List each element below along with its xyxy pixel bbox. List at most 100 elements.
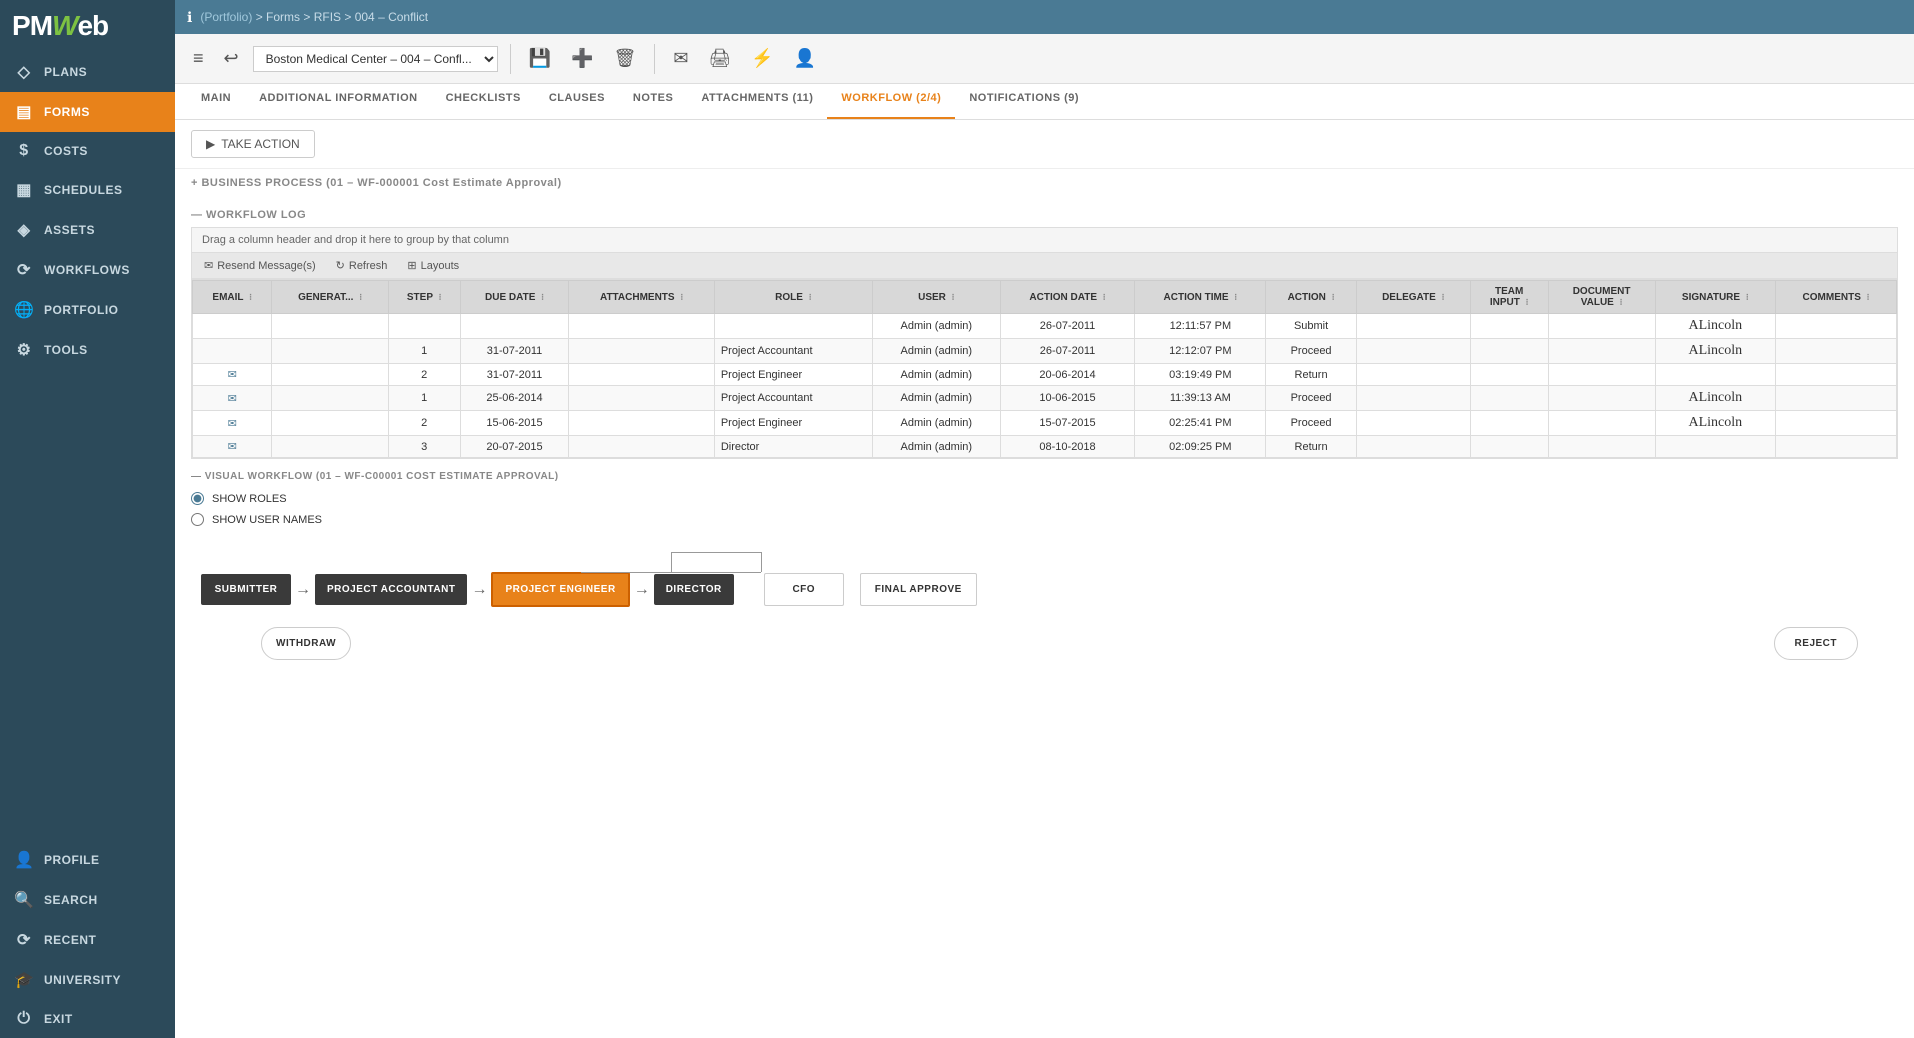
tab-workflow[interactable]: WORKFLOW (2/4) (827, 84, 955, 119)
sidebar-item-search[interactable]: 🔍 SEARCH (0, 880, 175, 920)
cell-action: Proceed (1266, 339, 1357, 364)
tab-attachments[interactable]: ATTACHMENTS (11) (687, 84, 827, 119)
cell-due-date (460, 314, 569, 339)
sidebar-item-portfolio[interactable]: 🌐 PORTFOLIO (0, 290, 175, 330)
university-icon: 🎓 (14, 970, 34, 990)
envelope-icon: ✉ (204, 259, 213, 272)
col-header-document-value[interactable]: DOCUMENTVALUE ⁝ (1548, 281, 1655, 314)
col-header-role[interactable]: ROLE ⁝ (714, 281, 872, 314)
col-header-team-input[interactable]: TEAMINPUT ⁝ (1470, 281, 1548, 314)
cell-delegate (1356, 339, 1470, 364)
project-selector[interactable]: Boston Medical Center – 004 – Confl... (253, 46, 498, 72)
email-button[interactable]: ✉ (667, 44, 694, 73)
recent-icon: ⟳ (14, 930, 34, 950)
sidebar-item-university[interactable]: 🎓 UNIVERSITY (0, 960, 175, 1000)
info-icon[interactable]: ℹ (187, 9, 192, 26)
tab-notifications[interactable]: NOTIFICATIONS (9) (955, 84, 1093, 119)
sidebar-item-schedules[interactable]: ▦ SCHEDULES (0, 170, 175, 210)
cell-generated (272, 314, 388, 339)
cell-email (193, 339, 272, 364)
undo-button[interactable]: ↩ (218, 44, 245, 73)
refresh-button[interactable]: ↻ Refresh (332, 257, 392, 274)
cell-comments (1776, 436, 1897, 458)
show-user-names-radio[interactable] (191, 513, 204, 526)
cell-comments (1776, 339, 1897, 364)
sidebar-item-profile[interactable]: 👤 PROFILE (0, 840, 175, 880)
cell-attachments (569, 386, 714, 411)
resend-messages-button[interactable]: ✉ Resend Message(s) (200, 257, 320, 274)
sidebar-item-assets[interactable]: ◈ ASSETS (0, 210, 175, 250)
col-header-due-date[interactable]: DUE DATE ⁝ (460, 281, 569, 314)
col-header-email[interactable]: EMAIL ⁝ (193, 281, 272, 314)
cell-action-time: 12:12:07 PM (1135, 339, 1266, 364)
cell-action-time: 03:19:49 PM (1135, 364, 1266, 386)
cell-action-time: 02:25:41 PM (1135, 411, 1266, 436)
col-header-signature[interactable]: SIGNATURE ⁝ (1655, 281, 1776, 314)
show-roles-radio[interactable] (191, 492, 204, 505)
layouts-button[interactable]: ⊞ Layouts (403, 257, 463, 274)
cell-document-value (1548, 314, 1655, 339)
show-roles-option[interactable]: SHOW ROLES (191, 492, 1898, 505)
show-user-names-option[interactable]: SHOW USER NAMES (191, 513, 1898, 526)
cell-email: ✉ (193, 386, 272, 411)
cell-comments (1776, 314, 1897, 339)
cell-action-time: 11:39:13 AM (1135, 386, 1266, 411)
portfolio-breadcrumb-link[interactable]: (Portfolio) (200, 10, 252, 24)
cell-delegate (1356, 386, 1470, 411)
sidebar-item-forms[interactable]: ▤ FORMS (0, 92, 175, 132)
col-header-delegate[interactable]: DELEGATE ⁝ (1356, 281, 1470, 314)
cell-delegate (1356, 314, 1470, 339)
cell-action: Proceed (1266, 386, 1357, 411)
tab-additional[interactable]: ADDITIONAL INFORMATION (245, 84, 431, 119)
exit-icon: ⏻ (14, 1010, 34, 1028)
save-button[interactable]: 💾 (523, 44, 557, 73)
cell-signature (1655, 364, 1776, 386)
business-process-header[interactable]: + BUSINESS PROCESS (01 – WF-000001 Cost … (191, 177, 1898, 189)
withdraw-node: WITHDRAW (261, 627, 351, 660)
col-header-action-date[interactable]: ACTION DATE ⁝ (1000, 281, 1135, 314)
cell-user: Admin (admin) (872, 314, 1000, 339)
sidebar-item-plans[interactable]: ◇ PLANS (0, 52, 175, 92)
cell-document-value (1548, 364, 1655, 386)
col-header-user[interactable]: USER ⁝ (872, 281, 1000, 314)
col-header-attachments[interactable]: ATTACHMENTS ⁝ (569, 281, 714, 314)
delete-button[interactable]: 🗑 (607, 44, 642, 73)
refresh-label: Refresh (349, 260, 388, 272)
user-button[interactable]: 👤 (788, 44, 822, 73)
tab-notes[interactable]: NOTES (619, 84, 687, 119)
cell-role: Director (714, 436, 872, 458)
tab-checklists[interactable]: CHECKLISTS (432, 84, 535, 119)
cell-signature: ALincoln (1655, 411, 1776, 436)
final-approve-node: FINAL APPROVE (860, 573, 977, 606)
cell-generated (272, 364, 388, 386)
col-header-action-time[interactable]: ACTION TIME ⁝ (1135, 281, 1266, 314)
hamburger-button[interactable]: ≡ (187, 44, 210, 73)
toolbar-divider-2 (654, 44, 655, 74)
sidebar-item-forms-label: FORMS (44, 105, 90, 119)
sidebar-item-costs[interactable]: $ COSTS (0, 132, 175, 170)
cell-step: 2 (388, 364, 460, 386)
col-header-generated[interactable]: GENERAT... ⁝ (272, 281, 388, 314)
tab-clauses[interactable]: CLAUSES (535, 84, 619, 119)
show-user-names-label: SHOW USER NAMES (212, 514, 322, 526)
col-header-action[interactable]: ACTION ⁝ (1266, 281, 1357, 314)
cell-document-value (1548, 411, 1655, 436)
cell-document-value (1548, 436, 1655, 458)
take-action-button[interactable]: ▶ TAKE ACTION (191, 130, 315, 158)
sidebar-item-tools[interactable]: ⚙ TOOLS (0, 330, 175, 370)
cell-due-date: 20-07-2015 (460, 436, 569, 458)
lightning-button[interactable]: ⚡ (745, 44, 779, 73)
sidebar-item-tools-label: TOOLS (44, 343, 88, 357)
col-header-step[interactable]: STEP ⁝ (388, 281, 460, 314)
tab-main[interactable]: MAIN (187, 84, 245, 119)
workflow-log-section: — WORKFLOW LOG Drag a column header and … (175, 197, 1914, 459)
print-button[interactable]: 🖨 (702, 44, 737, 73)
cell-attachments (569, 314, 714, 339)
sidebar-item-exit[interactable]: ⏻ EXIT (0, 1000, 175, 1038)
col-header-comments[interactable]: COMMENTS ⁝ (1776, 281, 1897, 314)
sidebar-item-workflows[interactable]: ⟳ WORKFLOWS (0, 250, 175, 290)
table-row: 1 31-07-2011 Project Accountant Admin (a… (193, 339, 1897, 364)
sidebar-item-recent[interactable]: ⟳ RECENT (0, 920, 175, 960)
cell-due-date: 31-07-2011 (460, 364, 569, 386)
add-button[interactable]: ➕ (565, 44, 599, 73)
